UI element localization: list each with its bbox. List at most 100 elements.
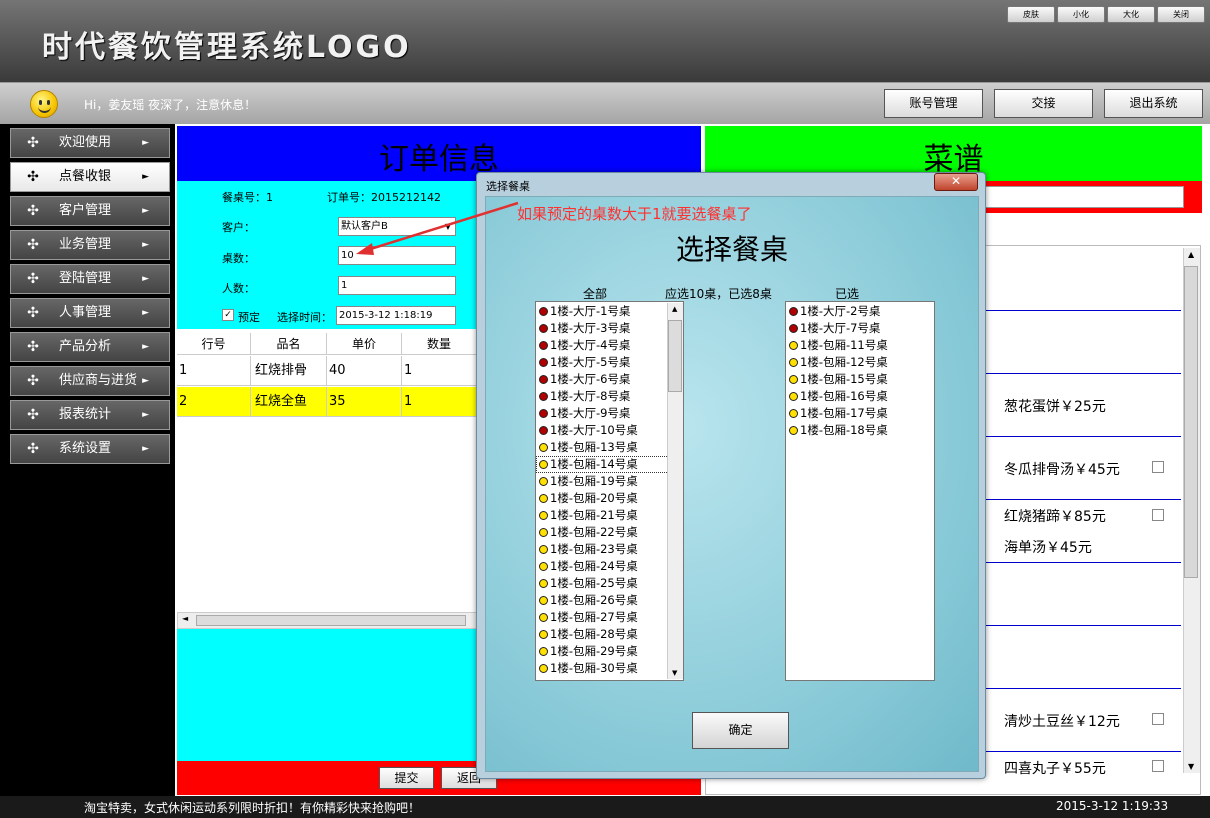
dish-name-cell: 红烧排骨 — [251, 356, 327, 386]
table-list-item[interactable]: 1楼-包厢-28号桌 — [536, 626, 683, 643]
table-list-item[interactable]: 1楼-包厢-25号桌 — [536, 575, 683, 592]
sidebar-item[interactable]: ✣ 人事管理 ► — [10, 298, 170, 328]
table-list-item[interactable]: 1楼-包厢-24号桌 — [536, 558, 683, 575]
skin-button[interactable]: 皮肤 — [1007, 6, 1055, 23]
sidebar-item[interactable]: ✣ 业务管理 ► — [10, 230, 170, 260]
table-list-item[interactable]: 1楼-大厅-8号桌 — [536, 388, 683, 405]
logout-button[interactable]: 退出系统 — [1104, 89, 1203, 118]
table-row[interactable]: 2 红烧全鱼 35 1 — [177, 387, 477, 417]
dish-item[interactable]: 四喜丸子￥55元 — [1004, 758, 1106, 778]
chevron-left-icon[interactable]: ◄ — [182, 614, 188, 623]
table-list-item[interactable]: 1楼-包厢-15号桌 — [786, 371, 934, 388]
table-name: 1楼-大厅-6号桌 — [550, 372, 631, 386]
table-list-item[interactable]: 1楼-大厅-5号桌 — [536, 354, 683, 371]
sidebar-item[interactable]: ✣ 产品分析 ► — [10, 332, 170, 362]
table-list-item[interactable]: 1楼-包厢-21号桌 — [536, 507, 683, 524]
table-list-item[interactable]: 1楼-大厅-3号桌 — [536, 320, 683, 337]
status-dot-icon — [539, 392, 548, 401]
chevron-up-icon[interactable]: ▲ — [672, 305, 677, 313]
table-list-item[interactable]: 1楼-包厢-27号桌 — [536, 609, 683, 626]
column-header[interactable]: 数量 — [402, 333, 477, 355]
dialog-heading: 选择餐桌 — [675, 233, 788, 266]
sidebar-item[interactable]: ✣ 报表统计 ► — [10, 400, 170, 430]
all-tables-listbox[interactable]: 1楼-大厅-1号桌 1楼-大厅-3号桌 1楼-大厅-4号桌 1楼-大厅-5号桌 1楼-大… — [535, 301, 684, 681]
table-list-item[interactable]: 1楼-包厢-20号桌 — [536, 490, 683, 507]
chevron-up-icon[interactable]: ▲ — [1188, 250, 1194, 259]
sidebar-item[interactable]: ✣ 点餐收银 ► — [10, 162, 170, 192]
table-list-item[interactable]: 1楼-包厢-12号桌 — [786, 354, 934, 371]
unit-price-cell: 40 — [327, 356, 402, 386]
table-list-item[interactable]: 1楼-大厅-1号桌 — [536, 303, 683, 320]
move-arrows-icon: ✣ — [27, 407, 39, 423]
confirm-button[interactable]: 确定 — [692, 712, 789, 749]
selected-tables-listbox[interactable]: 1楼-大厅-2号桌 1楼-大厅-7号桌 1楼-包厢-11号桌 1楼-包厢-12号桌 1楼… — [785, 301, 935, 681]
status-dot-icon — [539, 664, 548, 673]
table-list-item[interactable]: 1楼-大厅-10号桌 — [536, 422, 683, 439]
chevron-down-icon[interactable]: ▼ — [672, 669, 677, 677]
table-list-item[interactable]: 1楼-包厢-14号桌 — [536, 456, 683, 473]
table-list-item[interactable]: 1楼-包厢-11号桌 — [786, 337, 934, 354]
column-header[interactable]: 品名 — [251, 333, 327, 355]
order-grid-scrollbar[interactable]: ◄ — [177, 612, 477, 629]
table-list-item[interactable]: 1楼-大厅-9号桌 — [536, 405, 683, 422]
table-list-item[interactable]: 1楼-包厢-30号桌 — [536, 660, 683, 677]
scroll-thumb[interactable] — [668, 320, 682, 392]
sidebar-item-label: 系统设置 — [59, 441, 112, 456]
handover-button[interactable]: 交接 — [994, 89, 1093, 118]
sidebar-item[interactable]: ✣ 供应商与进货 ► — [10, 366, 170, 396]
dish-item[interactable]: 清炒土豆丝￥12元 — [1004, 711, 1120, 731]
table-list-item[interactable]: 1楼-包厢-18号桌 — [786, 422, 934, 439]
table-list-item[interactable]: 1楼-包厢-13号桌 — [536, 439, 683, 456]
reserve-checkbox[interactable]: ✓ — [222, 309, 234, 321]
close-icon[interactable]: ✕ — [934, 173, 978, 191]
account-manage-button[interactable]: 账号管理 — [884, 89, 983, 118]
unit-price-cell: 35 — [327, 387, 402, 417]
table-list-item[interactable]: 1楼-包厢-23号桌 — [536, 541, 683, 558]
quantity-cell: 1 — [402, 387, 477, 417]
table-list-item[interactable]: 1楼-大厅-2号桌 — [786, 303, 934, 320]
status-dot-icon — [539, 630, 548, 639]
scroll-thumb[interactable] — [1184, 266, 1198, 578]
sidebar-item[interactable]: ✣ 客户管理 ► — [10, 196, 170, 226]
dish-name-cell: 红烧全鱼 — [251, 387, 327, 417]
table-list-item[interactable]: 1楼-包厢-19号桌 — [536, 473, 683, 490]
table-list-item[interactable]: 1楼-大厅-6号桌 — [536, 371, 683, 388]
table-name: 1楼-包厢-21号桌 — [550, 508, 638, 522]
promo-text[interactable]: 淘宝特卖，女式休闲运动系列限时折扣！有你精彩快来抢购吧！ — [84, 799, 420, 816]
minimize-button[interactable]: 小化 — [1057, 6, 1105, 23]
table-list-item[interactable]: 1楼-包厢-16号桌 — [786, 388, 934, 405]
table-name: 1楼-包厢-24号桌 — [550, 559, 638, 573]
table-row[interactable]: 1 红烧排骨 40 1 — [177, 356, 477, 386]
sidebar-item-label: 业务管理 — [59, 237, 112, 252]
column-header[interactable]: 单价 — [327, 333, 402, 355]
dish-item[interactable]: 冬瓜排骨汤￥45元 — [1004, 459, 1120, 479]
dish-checkbox[interactable] — [1152, 461, 1164, 473]
table-list-item[interactable]: 1楼-包厢-26号桌 — [536, 592, 683, 609]
dish-checkbox[interactable] — [1152, 760, 1164, 772]
submit-button[interactable]: 提交 — [379, 767, 434, 789]
maximize-button[interactable]: 大化 — [1107, 6, 1155, 23]
sidebar-item[interactable]: ✣ 系统设置 ► — [10, 434, 170, 464]
sidebar-item[interactable]: ✣ 登陆管理 ► — [10, 264, 170, 294]
sidebar-item-label: 供应商与进货 — [59, 373, 138, 388]
select-time-input[interactable]: 2015-3-12 1:18:19 — [336, 306, 456, 325]
dish-item[interactable]: 葱花蛋饼￥25元 — [1004, 396, 1106, 416]
dish-item[interactable]: 红烧猪蹄￥85元 — [1004, 506, 1106, 526]
table-list-item[interactable]: 1楼-大厅-7号桌 — [786, 320, 934, 337]
close-window-button[interactable]: 关闭 — [1157, 6, 1205, 23]
scroll-thumb[interactable] — [196, 615, 466, 626]
table-name: 1楼-大厅-2号桌 — [800, 304, 881, 318]
chevron-down-icon[interactable]: ▼ — [1188, 762, 1194, 771]
sidebar-item[interactable]: ✣ 欢迎使用 ► — [10, 128, 170, 158]
table-list-item[interactable]: 1楼-包厢-22号桌 — [536, 524, 683, 541]
table-list-item[interactable]: 1楼-大厅-4号桌 — [536, 337, 683, 354]
column-header[interactable]: 行号 — [177, 333, 251, 355]
table-list-item[interactable]: 1楼-包厢-17号桌 — [786, 405, 934, 422]
table-list-item[interactable]: 1楼-包厢-29号桌 — [536, 643, 683, 660]
people-count-input[interactable]: 1 — [338, 276, 456, 295]
dish-checkbox[interactable] — [1152, 509, 1164, 521]
dish-item[interactable]: 海单汤￥45元 — [1004, 537, 1092, 557]
arrow-right-icon: ► — [142, 342, 149, 352]
dish-checkbox[interactable] — [1152, 713, 1164, 725]
status-bar: 淘宝特卖，女式休闲运动系列限时折扣！有你精彩快来抢购吧！ 2015-3-12 1… — [0, 796, 1210, 818]
